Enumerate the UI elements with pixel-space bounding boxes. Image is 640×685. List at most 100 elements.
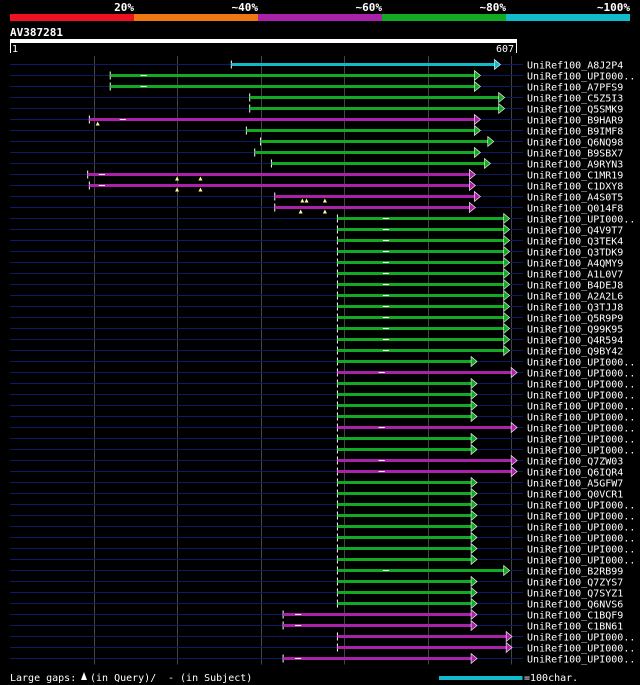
hit-row[interactable]: UniRef100_C1DXY8	[10, 179, 623, 193]
hit-label: UniRef100_UPI000..	[527, 644, 635, 655]
hit-label: UniRef100_Q7ZW03	[527, 457, 623, 468]
hit-row[interactable]: UniRef100_Q3TEK4	[10, 234, 623, 248]
hit-row[interactable]: UniRef100_C5Z5I3	[10, 91, 623, 105]
hit-bar	[274, 206, 470, 209]
hit-row[interactable]: UniRef100_C1BN61	[10, 619, 623, 633]
identity-legend: 20% ~40% ~60% ~80% ~100%	[10, 1, 630, 21]
hit-arrowhead	[510, 454, 518, 467]
hit-row[interactable]: UniRef100_UPI000..	[10, 531, 635, 545]
hit-arrowhead	[498, 102, 506, 115]
hit-arrowhead	[470, 443, 478, 456]
hit-arrowhead	[503, 212, 511, 225]
gap-query-mark	[95, 121, 100, 126]
hit-row[interactable]: UniRef100_B2RB99	[10, 564, 623, 578]
hit-row[interactable]: UniRef100_Q4V9T7	[10, 223, 623, 237]
hit-row[interactable]: UniRef100_UPI000..	[10, 509, 635, 523]
hit-row[interactable]: UniRef100_Q7ZYS7	[10, 575, 623, 589]
hit-row[interactable]: UniRef100_A4S0T5	[10, 190, 623, 204]
hit-row[interactable]: UniRef100_Q9BY42	[10, 344, 623, 358]
hit-row[interactable]: UniRef100_A5GFW7	[10, 476, 623, 490]
hit-bar	[246, 129, 475, 132]
hit-arrowhead	[470, 542, 478, 555]
hit-label: UniRef100_UPI000..	[527, 435, 635, 446]
hit-row[interactable]: UniRef100_Q0VCR1	[10, 487, 623, 501]
hit-row[interactable]: UniRef100_UPI000..	[10, 69, 635, 83]
hit-row[interactable]: UniRef100_UPI000..	[10, 520, 635, 534]
hit-row[interactable]: UniRef100_Q6NQ98	[10, 135, 623, 149]
hit-arrowhead	[470, 399, 478, 412]
scale-bar	[439, 676, 523, 680]
hit-bar	[337, 305, 504, 308]
hit-arrowhead	[469, 168, 476, 181]
hit-label: UniRef100_Q014F8	[527, 204, 623, 215]
hit-row[interactable]: UniRef100_UPI000..	[10, 410, 635, 424]
hit-row[interactable]: UniRef100_Q014F8	[10, 201, 623, 215]
legend-swatch-40	[134, 14, 258, 21]
hit-row[interactable]: UniRef100_A2A2L6	[10, 289, 623, 303]
hit-bar	[337, 503, 472, 506]
hit-row[interactable]: UniRef100_B4DEJ8	[10, 278, 623, 292]
hit-bar	[337, 492, 472, 495]
hit-row[interactable]: UniRef100_UPI000..	[10, 421, 635, 435]
hit-row[interactable]: UniRef100_UPI000..	[10, 399, 635, 413]
hit-row[interactable]: UniRef100_Q3TDK9	[10, 245, 623, 259]
gap-query-mark	[198, 176, 203, 181]
hit-row[interactable]: UniRef100_Q5SMK9	[10, 102, 623, 116]
hit-row[interactable]: UniRef100_B9HAR9	[10, 113, 623, 127]
hit-row[interactable]: UniRef100_UPI000..	[10, 630, 635, 644]
hit-row[interactable]: UniRef100_UPI000..	[10, 432, 635, 446]
hit-label: UniRef100_UPI000..	[527, 369, 635, 380]
hit-label: UniRef100_B9HAR9	[527, 116, 623, 127]
hit-label: UniRef100_UPI000..	[527, 446, 635, 457]
hit-arrowhead	[474, 80, 481, 93]
hit-row[interactable]: UniRef100_UPI000..	[10, 498, 635, 512]
hit-row[interactable]: UniRef100_Q6NVS6	[10, 597, 623, 611]
hit-arrowhead	[503, 223, 511, 236]
hit-arrowhead	[474, 146, 481, 159]
hit-row[interactable]: UniRef100_UPI000..	[10, 388, 635, 402]
hit-row[interactable]: UniRef100_UPI000..	[10, 366, 635, 380]
hit-arrowhead	[503, 234, 511, 247]
hit-row[interactable]: UniRef100_Q4R594	[10, 333, 623, 347]
hit-row[interactable]: UniRef100_UPI000..	[10, 212, 635, 226]
hit-row[interactable]: UniRef100_Q3TJJ8	[10, 300, 623, 314]
hit-row[interactable]: UniRef100_Q99K95	[10, 322, 623, 336]
hit-row[interactable]: UniRef100_UPI000..	[10, 542, 635, 556]
hit-arrowhead	[474, 124, 481, 137]
hit-row[interactable]: UniRef100_B9SBX7	[10, 146, 623, 160]
hit-row[interactable]: UniRef100_Q7ZW03	[10, 454, 623, 468]
hit-row[interactable]: UniRef100_A9RYN3	[10, 157, 623, 171]
hit-row[interactable]: UniRef100_A1L0V7	[10, 267, 623, 281]
hit-row[interactable]: UniRef100_A4QMY9	[10, 256, 623, 270]
hit-label: UniRef100_Q3TEK4	[527, 237, 623, 248]
hit-label: UniRef100_A4QMY9	[527, 259, 623, 270]
hit-bar	[337, 448, 472, 451]
hit-row[interactable]: UniRef100_Q7SYZ1	[10, 586, 623, 600]
hit-bar	[337, 569, 504, 572]
hit-row[interactable]: UniRef100_A7PFS9	[10, 80, 623, 94]
hit-row[interactable]: UniRef100_B9IMF8	[10, 124, 623, 138]
hit-row[interactable]: UniRef100_C1BQF9	[10, 608, 623, 622]
hit-row[interactable]: UniRef100_Q5R9P9	[10, 311, 623, 325]
hit-arrowhead	[470, 377, 478, 390]
hit-bar	[337, 349, 504, 352]
hit-row[interactable]: UniRef100_A8J2P4	[10, 58, 623, 72]
hit-label: UniRef100_A8J2P4	[527, 61, 623, 72]
hit-row[interactable]: UniRef100_C1MR19	[10, 168, 623, 182]
hit-row[interactable]: UniRef100_UPI000..	[10, 553, 635, 567]
scale-label: =100char.	[524, 673, 578, 684]
gaps-subject-label: - (in Subject)	[168, 673, 252, 684]
hit-row[interactable]: UniRef100_UPI000..	[10, 377, 635, 391]
hit-arrowhead	[484, 157, 491, 170]
hit-bar	[89, 184, 470, 187]
gap-query-mark	[300, 198, 305, 203]
hit-row[interactable]: UniRef100_UPI000..	[10, 641, 635, 655]
hit-arrowhead	[470, 597, 478, 610]
hit-bar	[337, 316, 504, 319]
hit-label: UniRef100_Q6NQ98	[527, 138, 623, 149]
hit-bar	[337, 547, 472, 550]
hit-row[interactable]: UniRef100_UPI000..	[10, 652, 635, 666]
hit-row[interactable]: UniRef100_Q6IQR4	[10, 465, 623, 479]
hit-row[interactable]: UniRef100_UPI000..	[10, 443, 635, 457]
hit-row[interactable]: UniRef100_UPI000..	[10, 355, 635, 369]
